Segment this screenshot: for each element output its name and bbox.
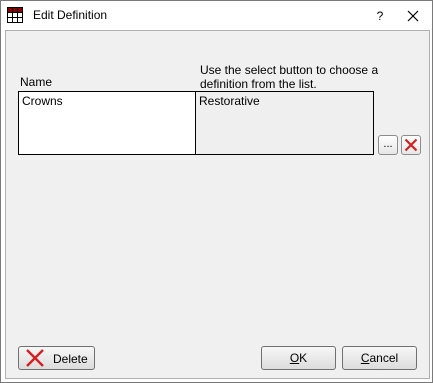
definition-hint-label: Use the select button to choose a defini… [200, 63, 379, 91]
title-bar: Edit Definition ? [1, 1, 432, 30]
dialog-body: Name Use the select button to choose a d… [5, 30, 430, 379]
red-x-icon [404, 138, 418, 152]
red-x-icon [26, 349, 44, 367]
name-label: Name [20, 75, 53, 89]
definition-field: Restorative [195, 91, 374, 155]
grid-app-icon [7, 7, 23, 23]
name-field[interactable]: Crowns [18, 91, 196, 155]
cancel-label-rest: ancel [369, 351, 399, 365]
window-title: Edit Definition [33, 8, 108, 22]
help-button[interactable]: ? [369, 6, 391, 26]
select-definition-button[interactable]: ... [378, 135, 398, 155]
ok-mnemonic: O [289, 351, 300, 365]
close-icon [407, 10, 419, 22]
ok-label-rest: K [299, 351, 308, 365]
delete-button-label: Delete [53, 352, 88, 366]
close-button[interactable] [401, 6, 425, 26]
clear-definition-button[interactable] [401, 135, 421, 155]
edit-definition-window: Edit Definition ? Name Use the select bu… [0, 0, 433, 383]
ok-button[interactable]: OK [261, 346, 336, 370]
cancel-button[interactable]: Cancel [342, 346, 417, 370]
delete-button[interactable]: Delete [18, 346, 95, 370]
